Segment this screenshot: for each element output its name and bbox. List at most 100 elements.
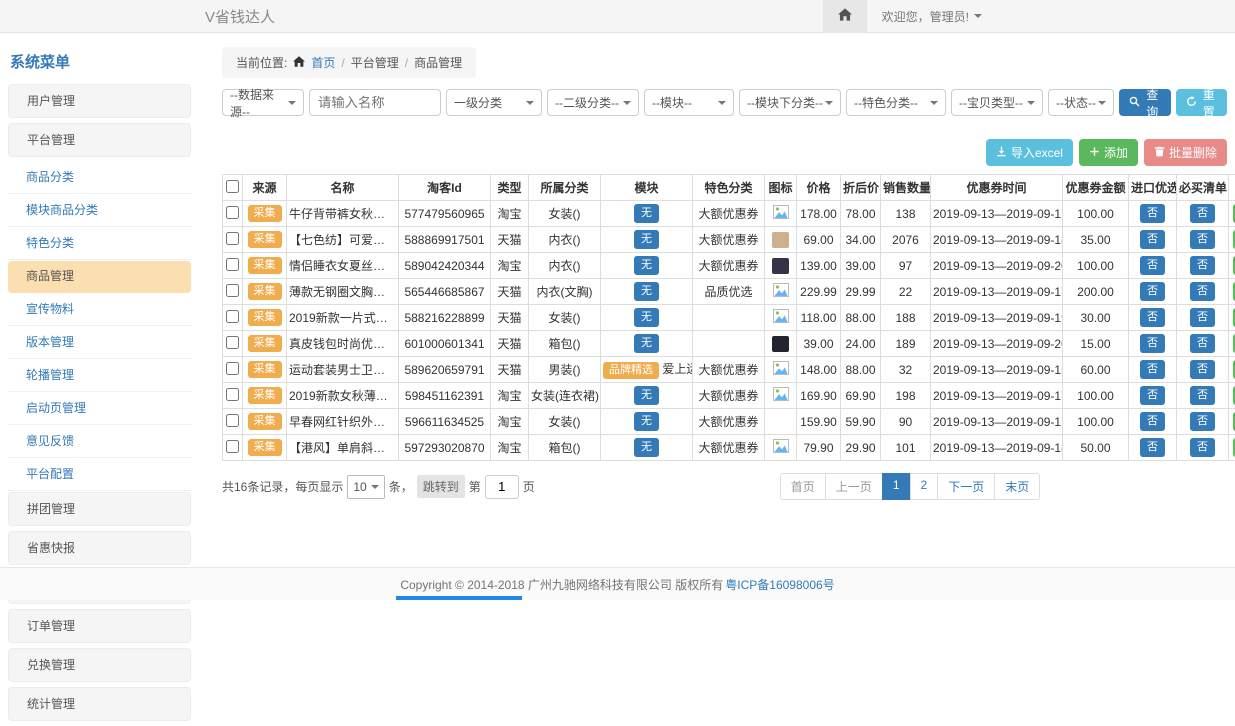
row-checkbox[interactable]: [226, 206, 239, 219]
import-select-toggle[interactable]: 否: [1140, 386, 1165, 404]
sidebar-item-特色分类[interactable]: 特色分类: [8, 228, 191, 260]
must-buy-toggle[interactable]: 否: [1190, 204, 1215, 222]
breadcrumb-home-link[interactable]: 首页: [311, 54, 335, 71]
module-cell: 无: [601, 435, 693, 461]
import-select-cell: 否: [1129, 357, 1177, 383]
per-page-select[interactable]: 10: [347, 475, 384, 499]
import-select-toggle[interactable]: 否: [1140, 412, 1165, 430]
product-name: 情侣睡衣女夏丝绸男士...: [287, 253, 399, 279]
import-select-toggle[interactable]: 否: [1140, 308, 1165, 326]
coupon-time: 2019-09-13—2019-09-18: [931, 227, 1063, 253]
level1-category-select[interactable]: 一级分类: [446, 89, 542, 116]
module-subcategory-select[interactable]: --模块下分类--: [739, 89, 841, 116]
sidebar-item-平台管理[interactable]: 平台管理: [8, 123, 191, 157]
sidebar-item-启动页管理[interactable]: 启动页管理: [8, 393, 191, 425]
chevron-down-icon: [623, 101, 631, 105]
icp-link[interactable]: 粤ICP备16098006号: [725, 576, 834, 593]
sidebar-item-宣传物料[interactable]: 宣传物料: [8, 294, 191, 326]
coupon-time: 2019-09-13—2019-09-17: [931, 201, 1063, 227]
import-select-toggle[interactable]: 否: [1140, 282, 1165, 300]
import-select-toggle[interactable]: 否: [1140, 230, 1165, 248]
item-type-select[interactable]: --宝贝类型--: [951, 89, 1043, 116]
jump-to-button[interactable]: 跳转到: [417, 475, 465, 498]
module-select[interactable]: --模块--: [644, 89, 734, 116]
user-menu[interactable]: 欢迎您，管理员!: [867, 8, 997, 25]
must-buy-toggle[interactable]: 否: [1190, 230, 1215, 248]
data-source-select[interactable]: --数据来源--: [222, 89, 304, 116]
sidebar-item-平台配置[interactable]: 平台配置: [8, 459, 191, 491]
row-checkbox[interactable]: [226, 440, 239, 453]
import-select-toggle[interactable]: 否: [1140, 360, 1165, 378]
import-excel-button[interactable]: 导入excel: [986, 139, 1073, 166]
coupon-amount: 50.00: [1063, 435, 1129, 461]
row-checkbox[interactable]: [226, 258, 239, 271]
select-all-checkbox[interactable]: [226, 180, 239, 193]
batch-delete-button[interactable]: 批量删除: [1144, 139, 1227, 166]
must-buy-toggle[interactable]: 否: [1190, 282, 1215, 300]
page-button-2[interactable]: 2: [910, 473, 939, 500]
row-checkbox[interactable]: [226, 414, 239, 427]
price: 169.90: [797, 383, 841, 409]
query-button[interactable]: 查询: [1119, 89, 1171, 116]
add-button[interactable]: 添加: [1079, 139, 1138, 166]
import-select-toggle[interactable]: 否: [1140, 256, 1165, 274]
feature-category-select[interactable]: --特色分类--: [846, 89, 946, 116]
must-buy-toggle[interactable]: 否: [1190, 256, 1215, 274]
row-checkbox-cell: [223, 253, 243, 279]
sidebar-item-意见反馈[interactable]: 意见反馈: [8, 426, 191, 458]
jump-page-input[interactable]: [485, 475, 519, 499]
row-checkbox[interactable]: [226, 362, 239, 375]
row-checkbox-cell: [223, 357, 243, 383]
sidebar-item-用户管理[interactable]: 用户管理: [8, 84, 191, 118]
chevron-down-icon: [930, 101, 938, 105]
row-checkbox[interactable]: [226, 310, 239, 323]
product-type: 淘宝: [491, 383, 529, 409]
select-value: 一级分类: [454, 94, 502, 111]
column-header: 优惠券时间: [931, 175, 1063, 201]
must-buy-toggle[interactable]: 否: [1190, 308, 1215, 326]
must-buy-toggle[interactable]: 否: [1190, 386, 1215, 404]
must-buy-toggle[interactable]: 否: [1190, 438, 1215, 456]
taoke-id: 588216228899: [399, 305, 491, 331]
horizontal-scrollbar[interactable]: [396, 596, 522, 600]
table-row: 采集情侣睡衣女夏丝绸男士...589042420344淘宝内衣()无大额优惠券1…: [223, 253, 1235, 279]
sidebar-item-订单管理[interactable]: 订单管理: [8, 609, 191, 643]
sidebar-item-商品管理[interactable]: 商品管理: [8, 261, 191, 293]
sidebar-item-统计管理[interactable]: 统计管理: [8, 687, 191, 721]
page-button-末页[interactable]: 末页: [994, 473, 1040, 500]
sidebar-item-版本管理[interactable]: 版本管理: [8, 327, 191, 359]
import-select-toggle[interactable]: 否: [1140, 204, 1165, 222]
broken-image-icon: [773, 208, 789, 222]
page-button-下一页[interactable]: 下一页: [937, 473, 995, 500]
must-buy-toggle[interactable]: 否: [1190, 334, 1215, 352]
status-select[interactable]: --状态--: [1048, 89, 1114, 116]
row-checkbox[interactable]: [226, 232, 239, 245]
module-badge: 品牌精选: [603, 362, 659, 378]
sidebar-item-兑换管理[interactable]: 兑换管理: [8, 648, 191, 682]
row-checkbox[interactable]: [226, 284, 239, 297]
product-thumbnail: [772, 258, 789, 274]
row-checkbox[interactable]: [226, 388, 239, 401]
reset-button[interactable]: 重置: [1176, 89, 1228, 116]
import-select-toggle[interactable]: 否: [1140, 438, 1165, 456]
pager: 首页上一页12下一页末页: [780, 473, 1040, 500]
sidebar-item-轮播管理[interactable]: 轮播管理: [8, 360, 191, 392]
page-button-1[interactable]: 1: [882, 473, 911, 500]
sidebar-item-省惠快报[interactable]: 省惠快报: [8, 531, 191, 565]
home-button[interactable]: [823, 0, 867, 33]
sidebar-item-拼团管理[interactable]: 拼团管理: [8, 492, 191, 526]
sidebar-item-模块商品分类[interactable]: 模块商品分类: [8, 195, 191, 227]
import-select-cell: 否: [1129, 409, 1177, 435]
row-checkbox-cell: [223, 435, 243, 461]
icon-cell: [765, 253, 797, 279]
must-buy-toggle[interactable]: 否: [1190, 412, 1215, 430]
import-select-toggle[interactable]: 否: [1140, 334, 1165, 352]
filter-bar: --数据来源-- 一级分类 --二级分类----模块----模块下分类----特色分…: [222, 89, 1227, 116]
sales-count: 138: [881, 201, 931, 227]
level2-category-select[interactable]: --二级分类--: [547, 89, 639, 116]
sidebar-item-商品分类[interactable]: 商品分类: [8, 162, 191, 194]
taoke-id: 589620659791: [399, 357, 491, 383]
row-checkbox[interactable]: [226, 336, 239, 349]
must-buy-toggle[interactable]: 否: [1190, 360, 1215, 378]
name-input[interactable]: [309, 89, 441, 116]
